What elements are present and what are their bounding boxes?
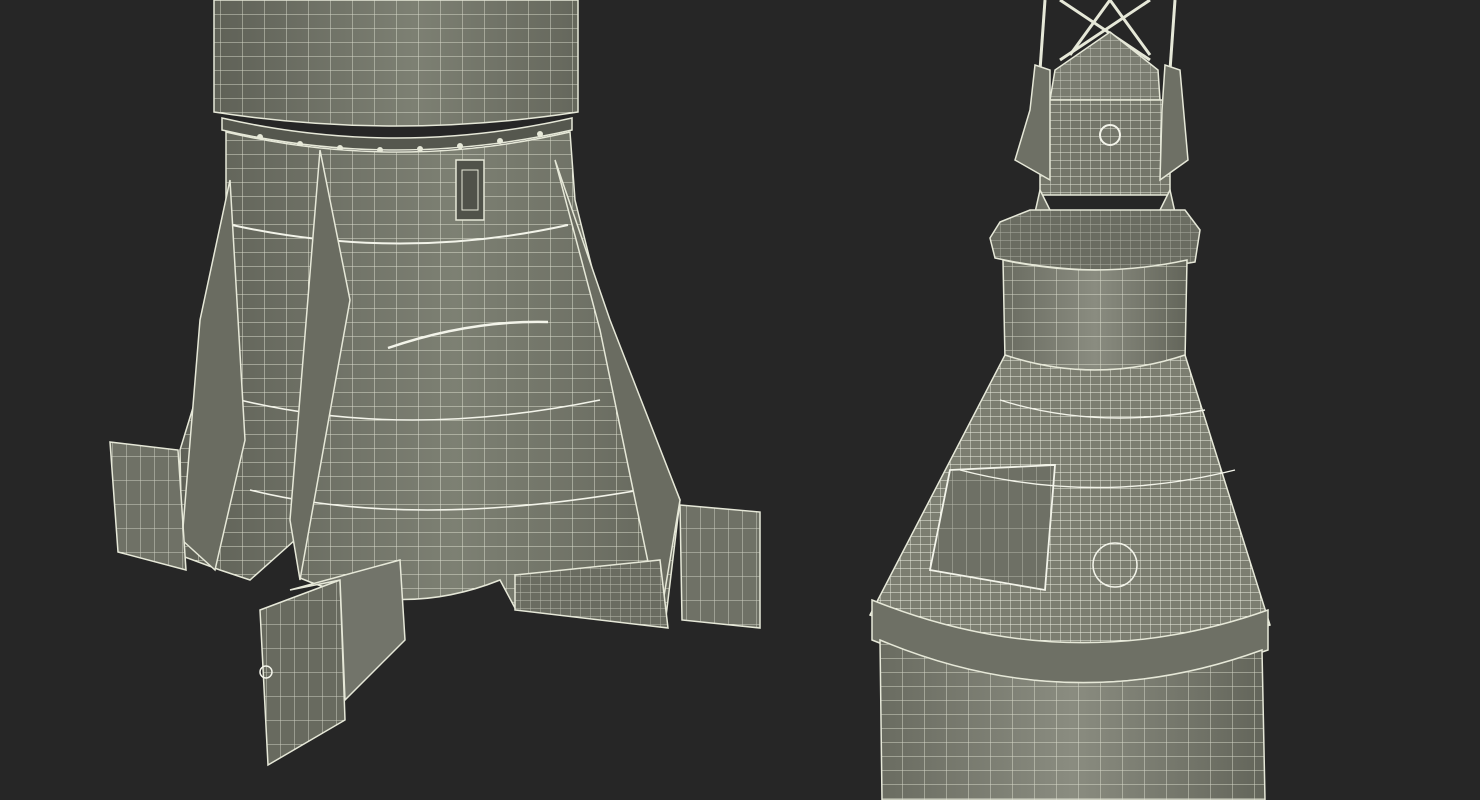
upper-tank [213,0,579,127]
stabilizer-fin-front [259,559,406,767]
stabilizer-fin-left [109,441,187,571]
capsule-nose-section [1002,259,1188,371]
tower-collar-ring [989,209,1201,271]
escape-motor-cone [1049,31,1161,101]
render-viewport [0,0,1480,800]
wireframe-render [109,0,1271,800]
stabilizer-fin-right [679,504,761,629]
hatch-panel [455,159,485,221]
rocket-booster-base [109,0,761,767]
escape-motor-housing [1039,99,1171,196]
launch-escape-tower-capsule [868,0,1271,800]
engine-skirt [179,131,681,626]
command-capsule-cone [868,354,1271,656]
